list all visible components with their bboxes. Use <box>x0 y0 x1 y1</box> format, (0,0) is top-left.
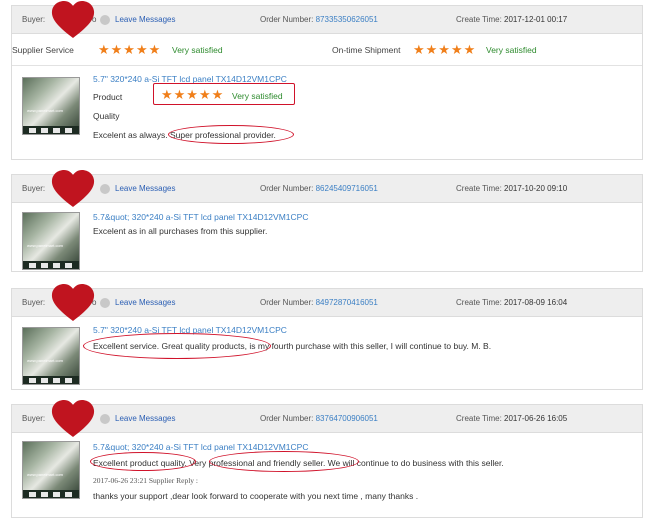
product-thumbnail[interactable]: www.panelmart.com <box>22 77 80 135</box>
review-header: Buyer: o Leave Messages Order Number: 84… <box>12 289 642 317</box>
highlight-oval <box>209 451 359 472</box>
message-icon[interactable] <box>100 298 110 308</box>
product-thumbnail[interactable]: www.panelmart.com <box>22 212 80 270</box>
buyer-label: Buyer: <box>22 298 46 307</box>
highlight-oval <box>90 452 196 471</box>
buyer-label: Buyer: <box>22 184 46 193</box>
review-card: Buyer: o Leave Messages Order Number: 87… <box>11 1 643 160</box>
order-number: Order Number: 83764700906051 <box>260 414 378 423</box>
create-time: Create Time: 2017-06-26 16:05 <box>456 414 568 423</box>
leave-messages-link[interactable]: Leave Messages <box>115 6 175 34</box>
product-thumbnail[interactable]: www.panelmart.com <box>22 441 80 499</box>
create-time: Create Time: 2017-08-09 16:04 <box>456 298 568 307</box>
create-time-value: 2017-08-09 16:04 <box>504 298 568 307</box>
message-icon[interactable] <box>100 15 110 25</box>
heart-icon <box>51 400 95 437</box>
highlight-oval <box>83 333 271 359</box>
quality-label: Quality <box>93 111 120 121</box>
order-number-value[interactable]: 84972870416051 <box>316 298 378 307</box>
review-header: Buyer: Leave Messages Order Number: 8624… <box>12 175 642 203</box>
highlight-oval <box>168 125 294 144</box>
supplier-service-stars: ★★★★★ <box>98 42 162 57</box>
review-card: Buyer: Leave Messages Order Number: 8624… <box>11 170 643 272</box>
heart-icon <box>51 1 95 38</box>
order-number: Order Number: 87335350626051 <box>260 15 378 24</box>
supplier-service-rating: Very satisfied <box>172 45 223 55</box>
create-time-value: 2017-10-20 09:10 <box>504 184 568 193</box>
leave-messages-link[interactable]: Leave Messages <box>115 405 175 433</box>
product-label: Product <box>93 92 123 102</box>
highlight-box <box>153 83 295 105</box>
order-number-value[interactable]: 87335350626051 <box>316 15 378 24</box>
order-number-value[interactable]: 83764700906051 <box>316 414 378 423</box>
service-ratings: Supplier Service ★★★★★ Very satisfied On… <box>12 34 642 66</box>
leave-messages-link[interactable]: Leave Messages <box>115 175 175 203</box>
heart-icon <box>51 170 95 207</box>
product-thumbnail[interactable]: www.panelmart.com <box>22 327 80 385</box>
supplier-reply-text: thanks your support ,dear look forward t… <box>93 491 419 501</box>
review-comment: Excelent as in all purchases from this s… <box>93 226 268 236</box>
review-card: Buyer: o Leave Messages Order Number: 84… <box>11 284 643 390</box>
review-card: Buyer: Leave Messages Order Number: 8376… <box>11 400 643 518</box>
create-time-value: 2017-06-26 16:05 <box>504 414 568 423</box>
shipment-stars: ★★★★★ <box>413 42 477 57</box>
review-header: Buyer: Leave Messages Order Number: 8376… <box>12 405 642 433</box>
order-number: Order Number: 86245409716051 <box>260 184 378 193</box>
shipment-label: On-time Shipment <box>332 45 401 55</box>
shipment-rating: Very satisfied <box>486 45 537 55</box>
supplier-reply-time: 2017-06-26 23:21 Supplier Reply : <box>93 476 198 485</box>
product-title-link[interactable]: 5.7&quot; 320*240 a-Si TFT lcd panel TX1… <box>93 212 308 222</box>
message-icon[interactable] <box>100 414 110 424</box>
review-header: Buyer: o Leave Messages Order Number: 87… <box>12 6 642 34</box>
leave-messages-link[interactable]: Leave Messages <box>115 289 175 317</box>
message-icon[interactable] <box>100 184 110 194</box>
create-time: Create Time: 2017-10-20 09:10 <box>456 184 568 193</box>
create-time-value: 2017-12-01 00:17 <box>504 15 568 24</box>
buyer-label: Buyer: <box>22 15 46 24</box>
order-number-value[interactable]: 86245409716051 <box>316 184 378 193</box>
buyer-label: Buyer: <box>22 414 46 423</box>
heart-icon <box>51 284 95 321</box>
order-number: Order Number: 84972870416051 <box>260 298 378 307</box>
create-time: Create Time: 2017-12-01 00:17 <box>456 15 568 24</box>
